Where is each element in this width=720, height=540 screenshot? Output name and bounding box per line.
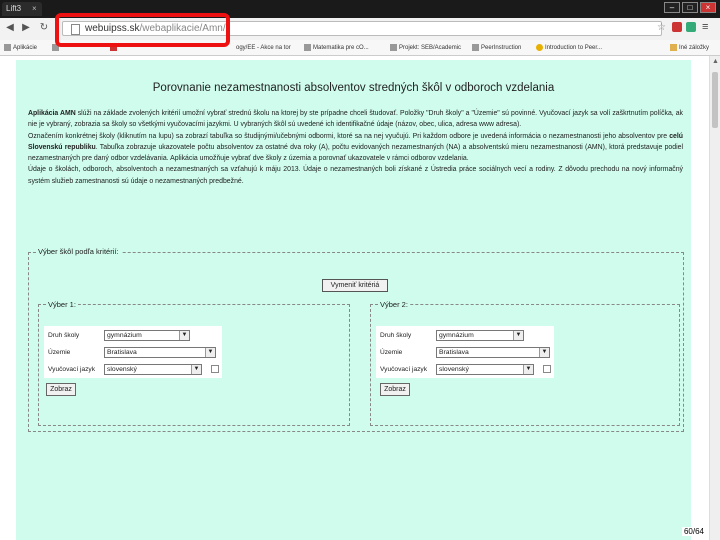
form-row: Územie Bratislava ▼ [378, 345, 578, 361]
language-checkbox[interactable] [543, 365, 551, 373]
school-type-select[interactable]: gymnázium ▼ [104, 330, 190, 341]
bookmark-other[interactable]: Iné záložky [670, 42, 709, 54]
language-select[interactable]: slovenský ▼ [104, 364, 202, 375]
region-label: Územie [48, 349, 71, 356]
school-type-label: Druh školy [380, 332, 412, 339]
selection-1-legend: Výber 1: [46, 300, 78, 309]
bookmark-item[interactable]: Introduction to Peer... [536, 42, 602, 54]
region-select[interactable]: Bratislava ▼ [436, 347, 550, 358]
form-row: Druh školy gymnázium ▼ [46, 328, 246, 344]
bookmark-item[interactable]: Projekt: SEB/Academic [390, 42, 461, 54]
scroll-up-icon[interactable]: ▲ [712, 58, 719, 65]
close-window-icon[interactable]: × [700, 2, 716, 13]
slide-number: 60/64 [681, 527, 706, 536]
language-checkbox[interactable] [211, 365, 219, 373]
description-paragraph: Aplikácia AMN slúži na základe zvolených… [28, 110, 683, 129]
region-select[interactable]: Bratislava ▼ [104, 347, 216, 358]
minimize-icon[interactable]: – [664, 2, 680, 13]
bookmark-icon [304, 43, 311, 51]
tab-close-icon[interactable]: × [32, 2, 37, 16]
school-type-select[interactable]: gymnázium ▼ [436, 330, 524, 341]
show-button-1[interactable]: Zobraz [46, 383, 76, 396]
description-paragraph: Označením konkrétnej školy (kliknutím na… [28, 132, 683, 163]
scrollbar[interactable]: ▲ [709, 56, 720, 540]
selection-2-legend: Výber 2: [378, 300, 410, 309]
bookmark-icon [536, 43, 543, 51]
page-title: Porovnanie nezamestnanosti absolventov s… [152, 82, 555, 94]
language-label: Vyučovací jazyk [380, 366, 428, 373]
browser-viewport: Porovnanie nezamestnanosti absolventov s… [0, 56, 720, 540]
chevron-down-icon: ▼ [191, 365, 201, 374]
form-row: Územie Bratislava ▼ [46, 345, 246, 361]
bookmark-star-icon[interactable]: ☆ [657, 22, 666, 33]
page-content: Porovnanie nezamestnanosti absolventov s… [16, 60, 691, 540]
form-row: Vyučovací jazyk slovenský ▼ [46, 362, 246, 378]
tab-title: Lift3 [6, 4, 22, 13]
chevron-down-icon: ▼ [523, 365, 533, 374]
folder-icon [670, 43, 677, 51]
region-label: Územie [380, 349, 403, 356]
forward-icon[interactable]: ▶ [20, 22, 32, 34]
bookmark-item[interactable]: Matematika pre cO... [304, 42, 369, 54]
window-controls: – □ × [664, 2, 716, 13]
extension-icon[interactable] [686, 22, 696, 32]
scroll-thumb[interactable] [712, 72, 718, 128]
chevron-down-icon: ▼ [205, 348, 215, 357]
form-row: Druh školy gymnázium ▼ [378, 328, 578, 344]
show-button-2[interactable]: Zobraz [380, 383, 410, 396]
swap-criteria-button[interactable]: Vymeniť kritériá [322, 279, 388, 292]
bookmark-icon [390, 43, 397, 51]
chevron-down-icon: ▼ [513, 331, 523, 340]
reload-icon[interactable]: ↻ [38, 22, 50, 34]
address-highlight [55, 13, 230, 47]
maximize-icon[interactable]: □ [682, 2, 698, 13]
language-label: Vyučovací jazyk [48, 366, 96, 373]
extension-icon[interactable] [672, 22, 682, 32]
language-select[interactable]: slovenský ▼ [436, 364, 534, 375]
chevron-down-icon: ▼ [179, 331, 189, 340]
form-row: Vyučovací jazyk slovenský ▼ [378, 362, 578, 378]
apps-icon [4, 43, 11, 51]
bookmark-icon [472, 43, 479, 51]
menu-icon[interactable]: ≡ [702, 21, 708, 33]
school-type-label: Druh školy [48, 332, 80, 339]
description-paragraph: Údaje o školách, odboroch, absolventoch … [28, 166, 683, 185]
bookmark-apps[interactable]: Aplikácie [4, 42, 37, 54]
chevron-down-icon: ▼ [539, 348, 549, 357]
selection-2-form: Druh školy gymnázium ▼ Územie Bratislava ▼… [376, 326, 554, 378]
criteria-legend: Výber škôl podľa kritérií: [36, 247, 121, 256]
bookmark-item[interactable]: ogy/EE - Akce na tor [236, 42, 291, 54]
selection-1-form: Druh školy gymnázium ▼ Územie Bratislava ▼… [44, 326, 222, 378]
browser-tab[interactable]: Lift3 × [2, 2, 42, 16]
description: Aplikácia AMN slúži na základe zvolených… [28, 108, 683, 187]
back-icon[interactable]: ◀ [4, 22, 16, 34]
bookmark-item[interactable]: PeerInstruction [472, 42, 521, 54]
